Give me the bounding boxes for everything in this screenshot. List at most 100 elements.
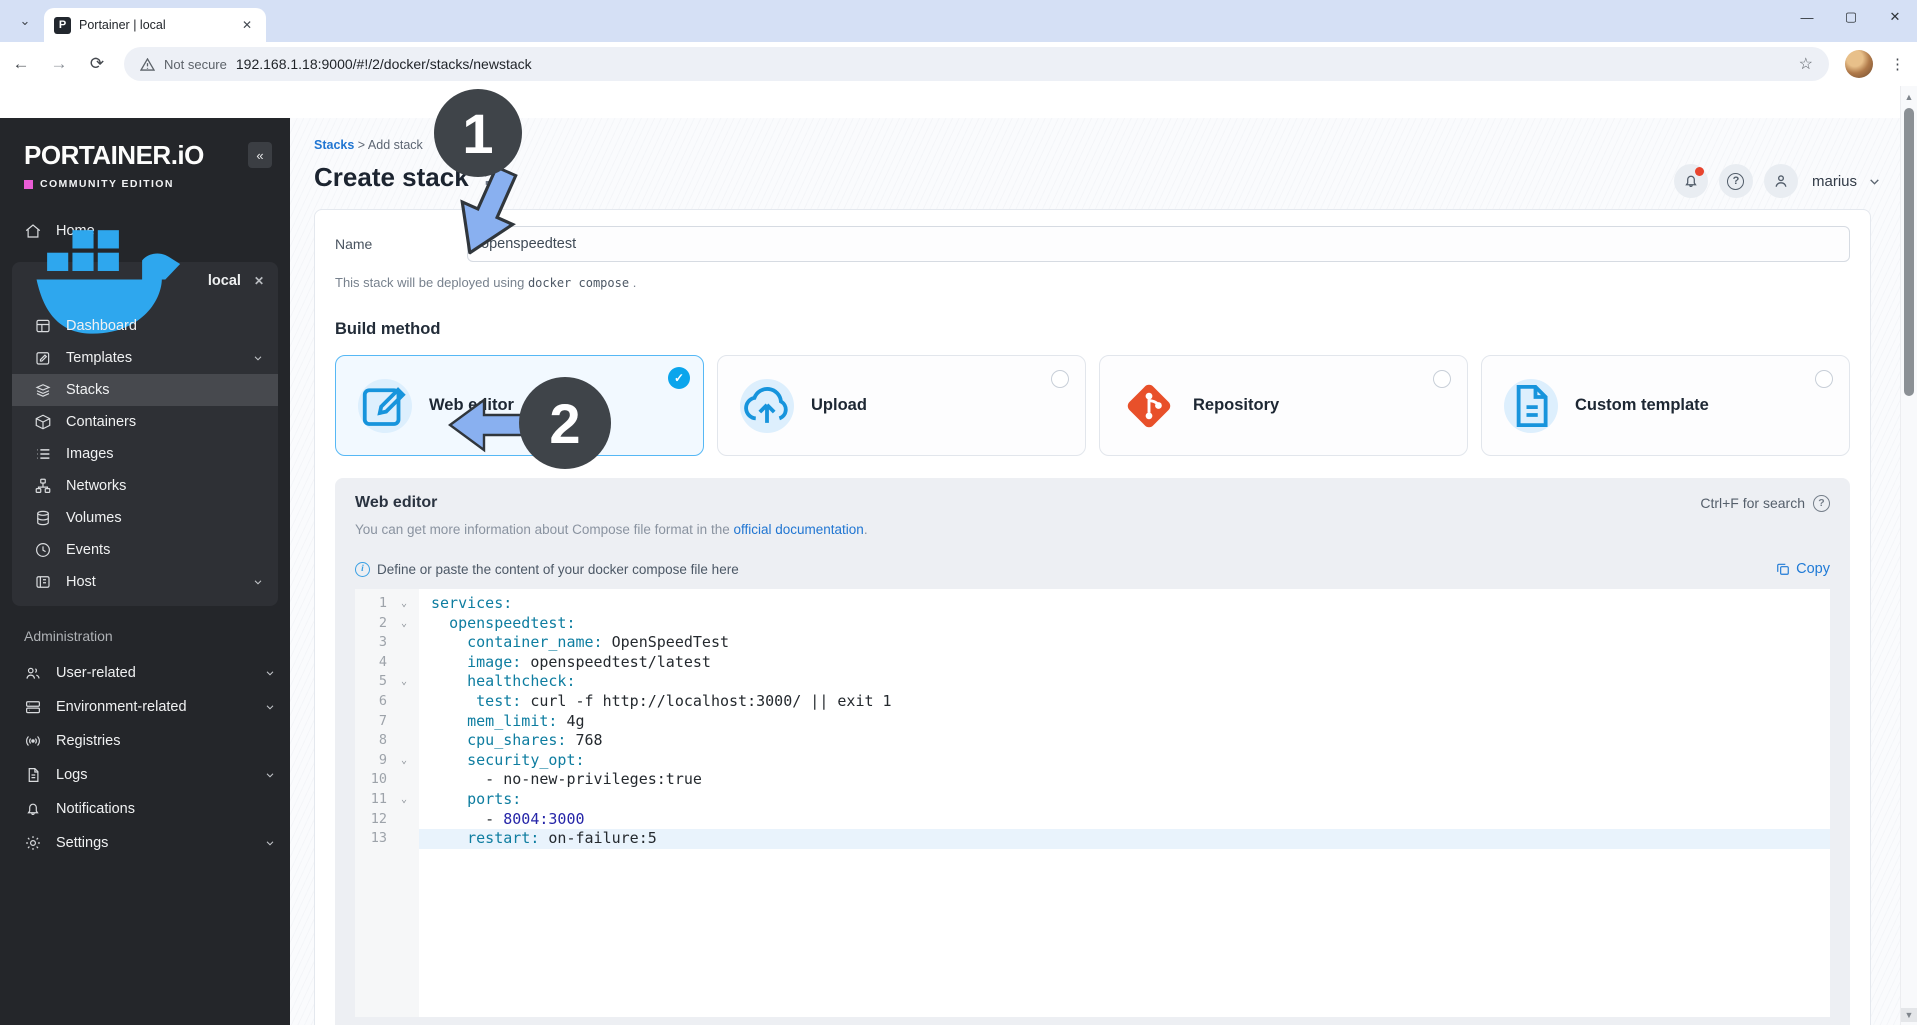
build-method-upload[interactable]: Upload <box>717 355 1086 456</box>
chevron-down-icon[interactable] <box>252 349 264 367</box>
portainer-logo: PORTAINER.iO COMMUNITY EDITION <box>0 118 290 190</box>
user-menu-chevron-icon[interactable] <box>1868 175 1881 188</box>
browser-menu-icon[interactable]: ⋮ <box>1889 55 1907 73</box>
line-number: 13 <box>355 829 389 849</box>
compose-code-editor[interactable]: 1 ⌄ services: 2 ⌄ openspeedtest: 3 container_… <box>355 589 1830 1017</box>
radio-unselected-icon[interactable] <box>1433 370 1451 388</box>
forward-button[interactable]: → <box>48 54 70 74</box>
events-icon <box>34 541 52 559</box>
help-button[interactable]: ? <box>1718 164 1753 198</box>
stack-name-input[interactable] <box>467 226 1850 262</box>
sidebar-item-label: Host <box>66 574 96 590</box>
sidebar-item-environment-local[interactable]: local ✕ <box>12 229 278 334</box>
tab-search-chevron-icon[interactable]: ⌄ <box>12 10 38 32</box>
back-button[interactable]: ← <box>10 54 32 74</box>
build-method-title: Build method <box>335 320 441 338</box>
code-line-9[interactable]: 9 ⌄ security_opt: <box>355 750 1830 771</box>
fold-chevron-icon[interactable]: ⌄ <box>389 594 419 614</box>
sidebar-item-volumes[interactable]: Volumes <box>12 502 278 534</box>
browser-tab[interactable]: P Portainer | local ✕ <box>44 8 266 42</box>
chevron-down-icon[interactable] <box>264 664 276 682</box>
chevron-down-icon[interactable] <box>264 698 276 716</box>
code-line-1[interactable]: 1 ⌄ services: <box>355 594 1830 614</box>
bookmark-star-icon[interactable]: ☆ <box>1799 54 1813 74</box>
code-line-13[interactable]: 13 restart: on-failure:5 <box>355 829 1830 849</box>
define-hint: i Define or paste the content of your do… <box>355 561 739 577</box>
scrollbar-up-icon[interactable]: ▲ <box>1901 92 1917 102</box>
scrollbar-thumb[interactable] <box>1904 108 1914 396</box>
build-method-repository[interactable]: Repository <box>1099 355 1468 456</box>
sidebar-item-user-related[interactable]: User-related <box>0 656 290 690</box>
sidebar-item-logs[interactable]: Logs <box>0 758 290 792</box>
fold-chevron-icon[interactable]: ⌄ <box>389 789 419 810</box>
code-line-5[interactable]: 5 ⌄ healthcheck: <box>355 672 1830 692</box>
tab-close-icon[interactable]: ✕ <box>238 16 256 34</box>
notification-dot <box>1694 167 1704 176</box>
code-line-4[interactable]: 4 image: openspeedtest/latest <box>355 652 1830 673</box>
sidebar-item-host[interactable]: Host <box>12 566 278 598</box>
create-stack-form-card: Name This stack will be deployed using d… <box>314 209 1871 1025</box>
breadcrumb-stacks-link[interactable]: Stacks <box>314 138 354 152</box>
copy-button[interactable]: Copy <box>1776 561 1830 577</box>
fold-chevron-icon[interactable]: ⌄ <box>389 672 419 692</box>
code-line-3[interactable]: 3 container_name: OpenSpeedTest <box>355 633 1830 653</box>
window-maximize-button[interactable]: ▢ <box>1829 0 1873 34</box>
environment-close-icon[interactable]: ✕ <box>254 274 264 288</box>
scrollbar-down-icon[interactable]: ▼ <box>1901 1008 1917 1022</box>
sidebar-item-environment-related[interactable]: Environment-related <box>0 690 290 724</box>
portainer-favicon-icon: P <box>54 16 71 34</box>
search-help-icon[interactable]: ? <box>1813 494 1830 512</box>
reload-button[interactable]: ⟳ <box>86 54 108 74</box>
not-secure-label[interactable]: Not secure <box>164 57 227 72</box>
containers-icon <box>34 413 52 431</box>
url-text[interactable]: 192.168.1.18:9000/#!/2/docker/stacks/new… <box>236 56 1790 72</box>
code-text: container_name: OpenSpeedTest <box>467 633 730 652</box>
sidebar-item-label: User-related <box>56 665 136 681</box>
sidebar-item-notifications[interactable]: Notifications <box>0 792 290 826</box>
notifications-bell-button[interactable] <box>1673 164 1708 198</box>
chevron-down-icon[interactable] <box>264 834 276 852</box>
code-line-2[interactable]: 2 ⌄ openspeedtest: <box>355 613 1830 634</box>
fold-spacer <box>389 770 419 790</box>
code-text: mem_limit: 4g <box>467 711 585 730</box>
official-documentation-link[interactable]: official documentation <box>733 522 863 537</box>
browser-profile-avatar[interactable] <box>1845 50 1873 78</box>
code-line-7[interactable]: 7 mem_limit: 4g <box>355 711 1830 732</box>
code-line-12[interactable]: 12 - 8004:3000 <box>355 809 1830 830</box>
build-method-custom-template[interactable]: Custom template <box>1481 355 1850 456</box>
address-bar[interactable]: Not secure 192.168.1.18:9000/#!/2/docker… <box>124 47 1829 81</box>
code-line-10[interactable]: 10 - no-new-privileges:true <box>355 770 1830 790</box>
window-minimize-button[interactable]: — <box>1785 0 1829 34</box>
sidebar-item-label: Containers <box>66 414 137 430</box>
user-avatar-button[interactable] <box>1763 164 1798 198</box>
web-editor-widget: Web editor Ctrl+F for search ? You can g… <box>335 478 1850 1025</box>
sidebar-item-settings[interactable]: Settings <box>0 826 290 860</box>
build-method-label: Upload <box>811 396 867 414</box>
copy-icon <box>1777 563 1789 575</box>
page-scrollbar[interactable]: ▲ ▼ <box>1900 86 1917 1025</box>
sidebar-item-stacks[interactable]: Stacks <box>12 374 278 406</box>
fold-chevron-icon[interactable]: ⌄ <box>389 613 419 634</box>
chevron-down-icon[interactable] <box>264 766 276 784</box>
radio-unselected-icon[interactable] <box>1051 370 1069 388</box>
sidebar-item-label: Templates <box>66 350 133 366</box>
code-text: services: <box>431 594 513 612</box>
window-close-button[interactable]: ✕ <box>1873 0 1917 34</box>
chevron-down-icon[interactable] <box>252 573 264 591</box>
line-number: 5 <box>355 672 389 692</box>
sidebar-item-events[interactable]: Events <box>12 534 278 566</box>
fold-chevron-icon[interactable]: ⌄ <box>389 750 419 771</box>
web-editor-icon <box>358 378 412 433</box>
sidebar-item-images[interactable]: Images <box>12 438 278 470</box>
sidebar-item-networks[interactable]: Networks <box>12 470 278 502</box>
line-number: 11 <box>355 789 389 810</box>
user-name[interactable]: marius <box>1812 173 1857 190</box>
radio-unselected-icon[interactable] <box>1815 370 1833 388</box>
sidebar-item-containers[interactable]: Containers <box>12 406 278 438</box>
selected-check-icon: ✓ <box>668 367 690 389</box>
sidebar-collapse-button[interactable]: « <box>248 142 272 168</box>
code-line-6[interactable]: 6 test: curl -f http://localhost:3000/ |… <box>355 691 1830 712</box>
sidebar-item-registries[interactable]: Registries <box>0 724 290 758</box>
code-line-11[interactable]: 11 ⌄ ports: <box>355 789 1830 810</box>
code-line-8[interactable]: 8 cpu_shares: 768 <box>355 731 1830 751</box>
